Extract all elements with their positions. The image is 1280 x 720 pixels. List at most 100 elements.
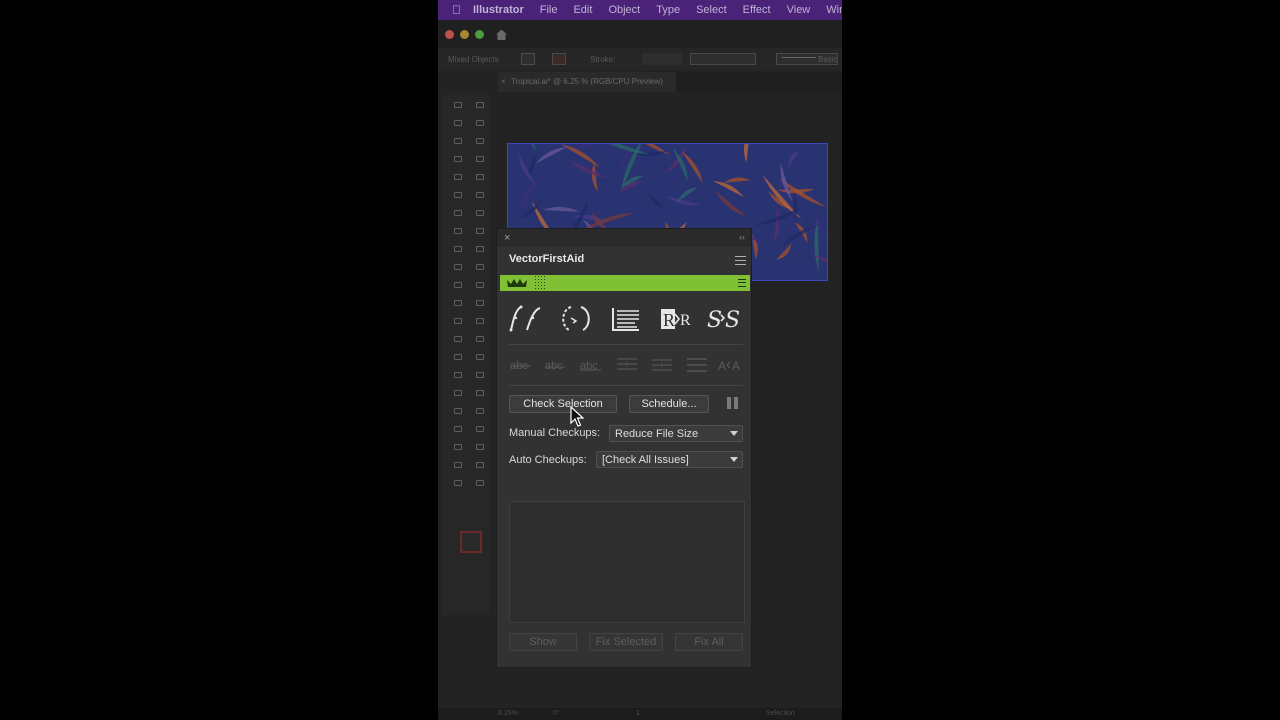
knife-tool-icon[interactable] xyxy=(451,405,465,417)
warp-tool-icon[interactable] xyxy=(451,351,465,363)
manual-checkups-select[interactable]: Reduce File Size xyxy=(609,425,743,442)
mesh-tool-icon[interactable] xyxy=(451,261,465,273)
scale-tool-icon[interactable] xyxy=(473,207,487,219)
scissors-tool-icon[interactable] xyxy=(473,405,487,417)
fix-selected-button[interactable]: Fix Selected xyxy=(589,633,663,651)
eyedropper-tool-icon[interactable] xyxy=(451,279,465,291)
pause-icon[interactable] xyxy=(727,397,739,409)
panel-menu-icon[interactable] xyxy=(735,256,746,265)
tab-close-icon[interactable]: × xyxy=(501,77,506,86)
menu-app[interactable]: Illustrator xyxy=(473,4,524,16)
blend-tool-icon[interactable] xyxy=(473,279,487,291)
simplify-paths-icon[interactable] xyxy=(507,304,545,332)
align-lines-3-icon[interactable] xyxy=(682,355,712,375)
graph-tool-icon[interactable] xyxy=(473,297,487,309)
manual-checkups-value: Reduce File Size xyxy=(615,428,699,440)
curvature-tool-icon[interactable] xyxy=(473,477,487,489)
fix-all-button[interactable]: Fix All xyxy=(675,633,743,651)
flare-tool-icon[interactable] xyxy=(473,387,487,399)
curvature-tool-icon[interactable] xyxy=(473,135,487,147)
stroke-weight-field[interactable] xyxy=(642,53,682,65)
gradient-tool-icon[interactable] xyxy=(473,261,487,273)
menu-view[interactable]: View xyxy=(787,4,811,16)
menu-bar:  Illustrator File Edit Object Type Sele… xyxy=(438,0,842,20)
blob-brush-tool-icon[interactable] xyxy=(451,189,465,201)
magic-wand-tool-icon[interactable] xyxy=(451,459,465,471)
shape-builder-tool-icon[interactable] xyxy=(451,243,465,255)
panel-close-icon[interactable]: × xyxy=(504,232,510,244)
selection-tool-icon[interactable] xyxy=(451,99,465,111)
rectangle-tool-icon[interactable] xyxy=(451,171,465,183)
menu-select[interactable]: Select xyxy=(696,4,727,16)
text-strike-3-icon[interactable]: abc xyxy=(577,355,607,375)
fill-stroke-swatch-icon[interactable] xyxy=(460,531,482,553)
menu-effect[interactable]: Effect xyxy=(743,4,771,16)
banner-menu-icon[interactable] xyxy=(738,279,746,287)
fill-swatch[interactable] xyxy=(521,53,535,65)
artboard-number[interactable]: 1 xyxy=(636,710,640,717)
stroke-stepper[interactable] xyxy=(626,53,632,65)
results-list[interactable] xyxy=(509,501,745,623)
text-strike-1-icon[interactable]: abc xyxy=(507,355,537,375)
svg-text:A: A xyxy=(732,359,740,373)
window-minimize-button[interactable] xyxy=(460,30,469,39)
apple-icon[interactable]:  xyxy=(452,3,461,17)
pen-tool-icon[interactable] xyxy=(451,477,465,489)
selection-tool-icon[interactable] xyxy=(451,441,465,453)
direct-selection-tool-icon[interactable] xyxy=(473,99,487,111)
document-tab[interactable]: × Tropical.ai* @ 6.25 % (RGB/CPU Preview… xyxy=(498,72,676,92)
menu-object[interactable]: Object xyxy=(608,4,640,16)
width-tool-icon[interactable] xyxy=(451,225,465,237)
artboard-tool-icon[interactable] xyxy=(451,315,465,327)
twirl-tool-icon[interactable] xyxy=(473,351,487,363)
lasso-tool-icon[interactable] xyxy=(473,459,487,471)
rotate-tool-icon[interactable] xyxy=(451,207,465,219)
menu-type[interactable]: Type xyxy=(656,4,680,16)
pencil-tool-icon[interactable] xyxy=(451,333,465,345)
ellipse-tool-icon[interactable] xyxy=(451,369,465,381)
rotation-value[interactable]: 0° xyxy=(553,710,560,717)
schedule-button[interactable]: Schedule... xyxy=(629,395,709,413)
direct-selection-tool-icon[interactable] xyxy=(473,441,487,453)
paintbrush-tool-icon[interactable] xyxy=(473,171,487,183)
symbol-sprayer-tool-icon[interactable] xyxy=(451,297,465,309)
window-close-button[interactable] xyxy=(445,30,454,39)
replace-font-icon[interactable]: R R xyxy=(657,304,695,332)
align-lines-1-icon[interactable] xyxy=(612,355,642,375)
slice-tool-icon[interactable] xyxy=(473,315,487,327)
perspective-tool-icon[interactable] xyxy=(473,243,487,255)
menu-window[interactable]: Windo xyxy=(826,4,842,16)
style-swap-icon[interactable]: S S xyxy=(705,304,743,332)
crown-icon xyxy=(507,279,527,287)
toolbar-divider-2 xyxy=(509,385,743,386)
lasso-tool-icon[interactable] xyxy=(473,117,487,129)
variable-width-field[interactable] xyxy=(690,53,756,65)
text-strike-2-icon[interactable]: abc xyxy=(542,355,572,375)
panel-collapse-icon[interactable]: ‹‹ xyxy=(739,232,745,242)
home-icon[interactable] xyxy=(495,28,508,41)
text-lines-icon[interactable] xyxy=(607,304,645,332)
hand-tool-icon[interactable] xyxy=(451,423,465,435)
zoom-tool-icon[interactable] xyxy=(473,423,487,435)
zoom-level[interactable]: 6.25% xyxy=(498,710,518,717)
star-tool-icon[interactable] xyxy=(473,369,487,381)
shaper-tool-icon[interactable] xyxy=(473,333,487,345)
polygon-tool-icon[interactable] xyxy=(451,387,465,399)
show-button[interactable]: Show xyxy=(509,633,577,651)
join-paths-icon[interactable] xyxy=(557,304,595,332)
panel-drag-bar[interactable]: × ‹‹ xyxy=(497,229,751,247)
text-to-outline-icon[interactable]: A A xyxy=(717,355,747,375)
auto-checkups-select[interactable]: [Check All Issues] xyxy=(596,451,743,468)
align-lines-2-icon[interactable] xyxy=(647,355,677,375)
window-zoom-button[interactable] xyxy=(475,30,484,39)
stroke-swatch[interactable] xyxy=(552,53,566,65)
line-tool-icon[interactable] xyxy=(473,153,487,165)
menu-edit[interactable]: Edit xyxy=(573,4,592,16)
type-tool-icon[interactable] xyxy=(451,153,465,165)
magic-wand-tool-icon[interactable] xyxy=(451,117,465,129)
menu-file[interactable]: File xyxy=(540,4,558,16)
pen-tool-icon[interactable] xyxy=(451,135,465,147)
eraser-tool-icon[interactable] xyxy=(473,189,487,201)
free-transform-tool-icon[interactable] xyxy=(473,225,487,237)
check-selection-button[interactable]: Check Selection xyxy=(509,395,617,413)
